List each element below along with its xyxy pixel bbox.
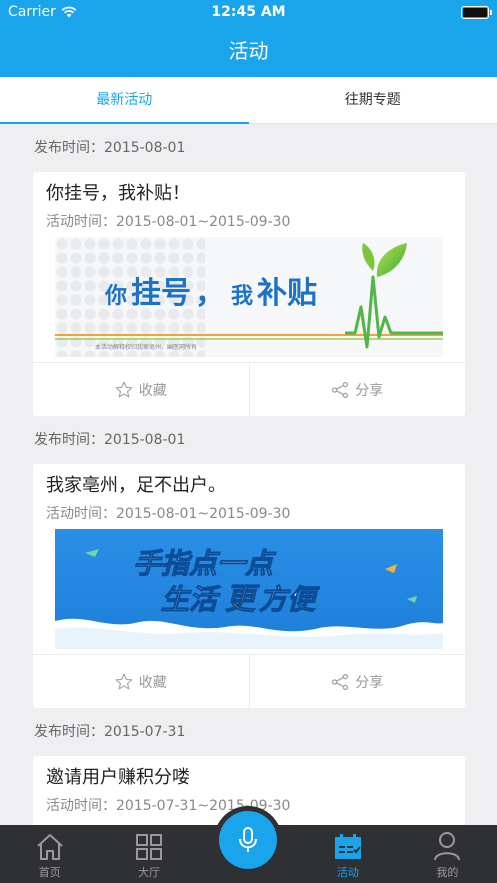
page-title: 活动 (228, 39, 269, 63)
segment-tabs: 最新活动 往期专题 (0, 77, 497, 124)
banner-line-2b: 更 (225, 582, 260, 617)
banner-text-2: 挂号 (131, 276, 191, 311)
banner-text-5: 补贴 (257, 276, 317, 311)
tab-past-topics[interactable]: 往期专题 (249, 77, 497, 123)
tabbar-mine-label: 我的 (436, 866, 459, 879)
favorite-button[interactable]: 收藏 (33, 363, 249, 416)
share-label: 分享 (355, 382, 384, 399)
publish-date: 发布时间：2015-08-01 (34, 140, 186, 156)
activity-title: 你挂号，我补贴！ (46, 183, 190, 204)
share-button[interactable]: 分享 (248, 655, 466, 708)
grid-icon (136, 834, 163, 860)
share-icon (332, 673, 349, 690)
share-label: 分享 (355, 674, 384, 691)
star-icon (115, 673, 133, 690)
star-icon (115, 381, 133, 398)
card-actions: 收藏 分享 (33, 654, 465, 708)
activity-feed[interactable]: 发布时间：2015-08-01 你挂号，我补贴！ 活动时间：2015-08-01… (0, 124, 497, 825)
activity-banner[interactable]: 你 挂号 ， 我 补贴 本活动解释权归我家亳州，幽医网所有 (55, 237, 443, 357)
publish-date: 发布时间：2015-07-31 (34, 724, 186, 740)
voice-button[interactable] (219, 811, 277, 869)
voice-button-frame (214, 806, 282, 874)
card-actions: 收藏 分享 (33, 362, 465, 416)
banner-text-1: 你 (104, 284, 127, 309)
activity-banner[interactable]: 手指点一点 生活 更 方便 (55, 529, 443, 649)
status-time: 12:45 AM (211, 4, 286, 20)
tab-latest-activities[interactable]: 最新活动 (0, 77, 249, 124)
tabbar-activities-label: 活动 (336, 866, 359, 879)
banner-text-3: ， (195, 276, 225, 311)
activity-card[interactable]: 你挂号，我补贴！ 活动时间：2015-08-01~2015-09-30 你 挂号… (33, 172, 465, 416)
nav-header: Carrier 12:45 AM 活动 (0, 0, 497, 77)
banner-text-4: 我 (231, 284, 253, 309)
tabbar-home-label: 首页 (38, 866, 61, 879)
activity-title: 邀请用户赚积分喽 (46, 767, 190, 788)
banner-line-1: 手指点一点 (133, 547, 277, 580)
tabbar-hall-label: 大厅 (138, 866, 161, 879)
tabbar-hall[interactable]: 大厅 (99, 825, 198, 883)
battery-icon (461, 6, 492, 19)
banner-footnote: 本活动解释权归我家亳州，幽医网所有 (95, 343, 197, 351)
favorite-label: 收藏 (138, 382, 167, 399)
activity-title: 我家亳州，足不出户。 (46, 475, 226, 496)
activity-card[interactable]: 我家亳州，足不出户。 活动时间：2015-08-01~2015-09-30 手指… (33, 464, 465, 708)
microphone-icon (239, 827, 257, 852)
tabbar-mine[interactable]: 我的 (398, 825, 497, 883)
share-button[interactable]: 分享 (248, 363, 466, 416)
activity-time: 活动时间：2015-08-01~2015-09-30 (46, 506, 291, 522)
calendar-icon (334, 834, 361, 859)
favorite-label: 收藏 (138, 674, 167, 691)
status-bar: Carrier 12:45 AM (0, 0, 497, 26)
favorite-button[interactable]: 收藏 (33, 655, 249, 708)
tabbar-activities[interactable]: 活动 (298, 825, 397, 883)
activity-time: 活动时间：2015-08-01~2015-09-30 (46, 214, 291, 230)
publish-date: 发布时间：2015-08-01 (34, 432, 186, 448)
tabbar-home[interactable]: 首页 (0, 825, 99, 883)
home-icon (37, 834, 63, 860)
share-icon (332, 381, 349, 398)
user-icon (434, 832, 461, 861)
banner-line-2a: 生活 (161, 583, 221, 616)
banner-line-2c: 方便 (259, 583, 320, 616)
